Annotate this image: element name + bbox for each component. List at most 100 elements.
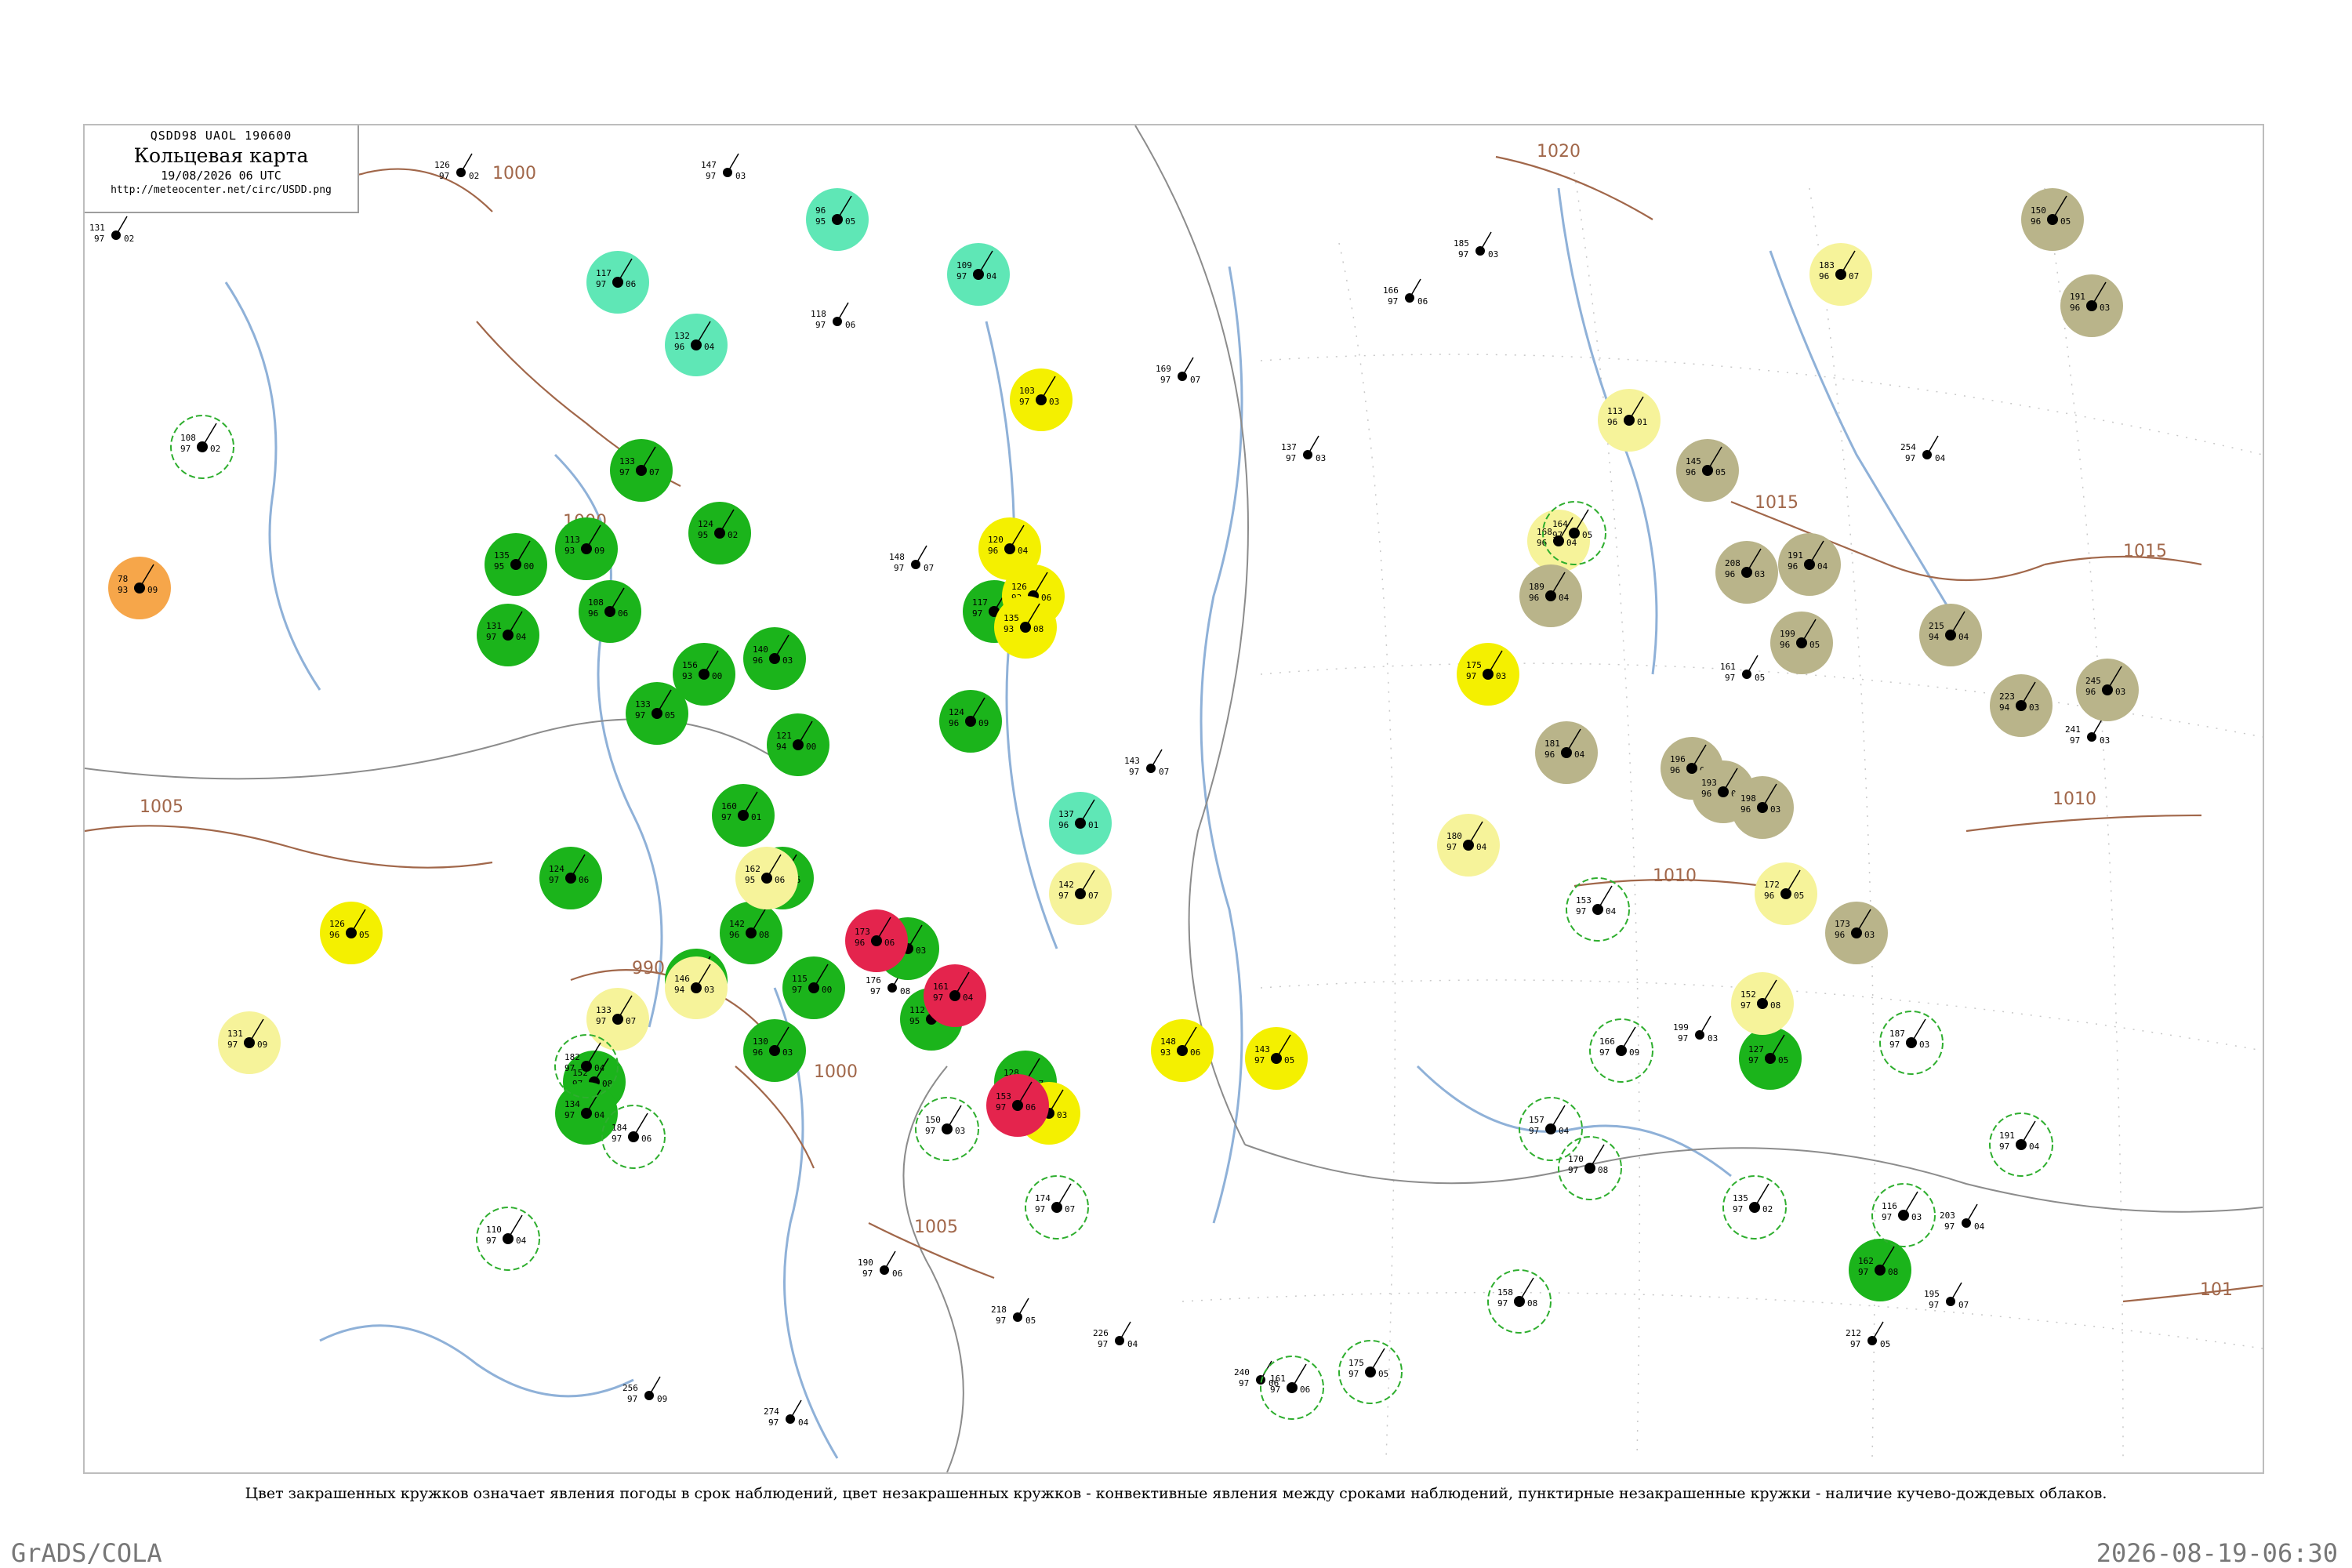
station-yellow-fill[interactable]: 10397 03 (1010, 368, 1073, 431)
plain-station[interactable]: 16997 07 (1156, 357, 1200, 385)
station-yellow-fill[interactable]: 14893 06 (1151, 1019, 1214, 1082)
station-shower-ring[interactable]: 16197 06 (1260, 1356, 1324, 1420)
station-shower-ring[interactable]: 15097 03 (915, 1097, 979, 1161)
station-olive-fill[interactable]: 19196 04 (1778, 533, 1841, 596)
plain-station[interactable]: 13797 03 (1281, 435, 1326, 463)
station-yellow-fill[interactable]: 13593 08 (994, 596, 1057, 659)
station-pale-yellow_fill[interactable]: 15297 08 (1731, 972, 1794, 1035)
station-rain-fill[interactable]: 13397 07 (610, 439, 673, 502)
station-olive-fill[interactable]: 18996 04 (1519, 564, 1582, 627)
station-pale-yellow_fill[interactable]: 17296 05 (1755, 862, 1817, 925)
station-rain-fill[interactable]: 12194 00 (767, 713, 829, 776)
station-pale-yellow_fill[interactable]: 18396 07 (1809, 243, 1872, 306)
station-rain-fill[interactable]: 13197 04 (477, 604, 539, 666)
plain-station[interactable]: 20397 04 (1940, 1203, 1985, 1232)
station-rain-fill[interactable]: 13595 00 (485, 533, 547, 596)
station-olive-fill[interactable]: 22394 03 (1990, 674, 2053, 737)
plain-station[interactable]: 27497 04 (764, 1399, 809, 1428)
station-shower-ring[interactable]: 15397 04 (1566, 877, 1630, 942)
station-rain-fill[interactable]: 14096 03 (743, 627, 806, 690)
plain-station[interactable]: 14397 07 (1124, 749, 1169, 777)
plain-station[interactable]: 16197 05 (1720, 655, 1765, 683)
weather-map[interactable]: 1000100010059901000100510201015101510101… (85, 125, 2263, 1472)
station-teal-fill[interactable]: 13296 04 (665, 314, 728, 376)
station-shower-ring[interactable]: 18497 06 (601, 1105, 666, 1169)
station-shower-ring[interactable]: 17097 08 (1558, 1136, 1622, 1200)
station-shower-ring[interactable]: 15897 08 (1487, 1269, 1552, 1334)
plain-station[interactable]: 22697 04 (1093, 1321, 1138, 1349)
plain-station[interactable]: 12697 02 (434, 153, 479, 181)
station-weather: 02 (1762, 1204, 1773, 1214)
station-yellow-fill[interactable]: 12096 04 (978, 517, 1041, 580)
station-red-fill[interactable]: 15397 06 (986, 1074, 1049, 1137)
station-weather: 03 (1049, 397, 1059, 407)
plain-station[interactable]: 19097 06 (858, 1250, 902, 1279)
station-teal-fill[interactable]: 13796 01 (1049, 792, 1112, 855)
plain-station[interactable]: 14797 03 (701, 153, 746, 181)
station-rain-fill[interactable]: 16097 01 (712, 784, 775, 847)
station-olive-fill[interactable]: 19196 03 (2060, 274, 2123, 337)
station-rain-fill[interactable]: 16297 08 (1849, 1239, 1911, 1301)
station-pale-yellow_fill[interactable]: 14297 07 (1049, 862, 1112, 925)
station-olive-fill[interactable]: 24596 03 (2076, 659, 2139, 721)
station-shower-ring[interactable]: 18797 03 (1879, 1011, 1944, 1075)
station-rain-fill[interactable]: 13497 04 (555, 1082, 618, 1145)
station-orange-fill[interactable]: 7893 09 (108, 557, 171, 619)
station-yellow-fill[interactable]: 14397 05 (1245, 1027, 1308, 1090)
station-rain-fill[interactable]: 12496 09 (939, 690, 1002, 753)
map-caption: Цвет закрашенных кружков означает явлени… (245, 1485, 2107, 1502)
station-pale-yellow_fill[interactable]: 18097 04 (1437, 814, 1500, 877)
station-shower-ring[interactable]: 10897 02 (170, 415, 234, 479)
station-rain-fill[interactable]: 14296 08 (720, 902, 782, 964)
plain-station[interactable]: 19997 03 (1673, 1015, 1718, 1044)
station-olive-fill[interactable]: 21594 04 (1919, 604, 1982, 666)
station-rain-fill[interactable]: 12797 05 (1739, 1027, 1802, 1090)
plain-station[interactable]: 24197 03 (2065, 717, 2110, 746)
station-rain-fill[interactable]: 13397 05 (626, 682, 688, 745)
station-shower-ring[interactable]: 11697 03 (1871, 1183, 1936, 1247)
station-rain-fill[interactable]: 10896 06 (579, 580, 641, 643)
station-pale-yellow_fill[interactable]: 16295 06 (735, 847, 798, 909)
station-rain-fill[interactable]: 11393 09 (555, 517, 618, 580)
station-red-fill[interactable]: 17396 06 (845, 909, 908, 972)
station-shower-ring[interactable]: 16697 09 (1589, 1018, 1653, 1083)
station-shower-ring[interactable]: 11097 04 (476, 1207, 540, 1271)
station-olive-fill[interactable]: 18196 04 (1535, 721, 1598, 784)
station-shower-ring[interactable]: 13597 02 (1722, 1175, 1787, 1240)
station-rain-fill[interactable]: 11597 00 (782, 956, 845, 1019)
map-url[interactable]: http://meteocenter.net/circ/USDD.png (85, 184, 358, 196)
station-rain-fill[interactable]: 12497 06 (539, 847, 602, 909)
station-pale-yellow_fill[interactable]: 11396 01 (1598, 389, 1661, 452)
station-olive-fill[interactable]: 15096 05 (2021, 188, 2084, 251)
plain-station[interactable]: 21297 05 (1846, 1321, 1890, 1349)
station-shower-ring[interactable]: 17497 07 (1025, 1175, 1089, 1240)
plain-station[interactable]: 25497 04 (1900, 435, 1946, 463)
station-olive-fill[interactable]: 20896 03 (1715, 541, 1778, 604)
plain-station[interactable]: 16697 06 (1383, 278, 1428, 307)
station-teal-fill[interactable]: 9695 05 (806, 188, 869, 251)
station-temp: 190 (858, 1258, 873, 1268)
station-pale-yellow_fill[interactable]: 13197 09 (218, 1011, 281, 1074)
station-rain-fill[interactable]: 12495 02 (688, 502, 751, 564)
station-rain-fill[interactable]: 13096 03 (743, 1019, 806, 1082)
station-olive-fill[interactable]: 19996 05 (1770, 612, 1833, 674)
station-pale-yellow_fill[interactable]: 14694 03 (665, 956, 728, 1019)
plain-station[interactable]: 21897 05 (991, 1298, 1036, 1326)
station-shower-ring[interactable]: 19197 04 (1989, 1112, 2053, 1177)
plain-station[interactable]: 18597 03 (1454, 231, 1498, 260)
station-olive-fill[interactable]: 17396 03 (1825, 902, 1888, 964)
station-red-fill[interactable]: 16197 04 (924, 964, 986, 1027)
station-olive-fill[interactable]: 14596 05 (1676, 439, 1739, 502)
plain-station[interactable]: 13197 02 (89, 216, 134, 244)
station-shower-ring[interactable]: 17597 05 (1338, 1340, 1403, 1404)
plain-station[interactable]: 14897 07 (889, 545, 934, 573)
station-teal-fill[interactable]: 11797 06 (586, 251, 649, 314)
station-teal-fill[interactable]: 10997 04 (947, 243, 1010, 306)
plain-station[interactable]: 19597 07 (1924, 1282, 1969, 1310)
station-yellow-fill[interactable]: 17597 03 (1457, 643, 1519, 706)
station-pale-yellow_fill[interactable]: 13397 07 (586, 988, 649, 1051)
plain-station[interactable]: 11897 06 (811, 302, 855, 330)
station-olive-fill[interactable]: 19896 03 (1731, 776, 1794, 839)
station-temp: 133 (596, 1005, 612, 1015)
station-yellow-fill[interactable]: 12696 05 (320, 902, 383, 964)
